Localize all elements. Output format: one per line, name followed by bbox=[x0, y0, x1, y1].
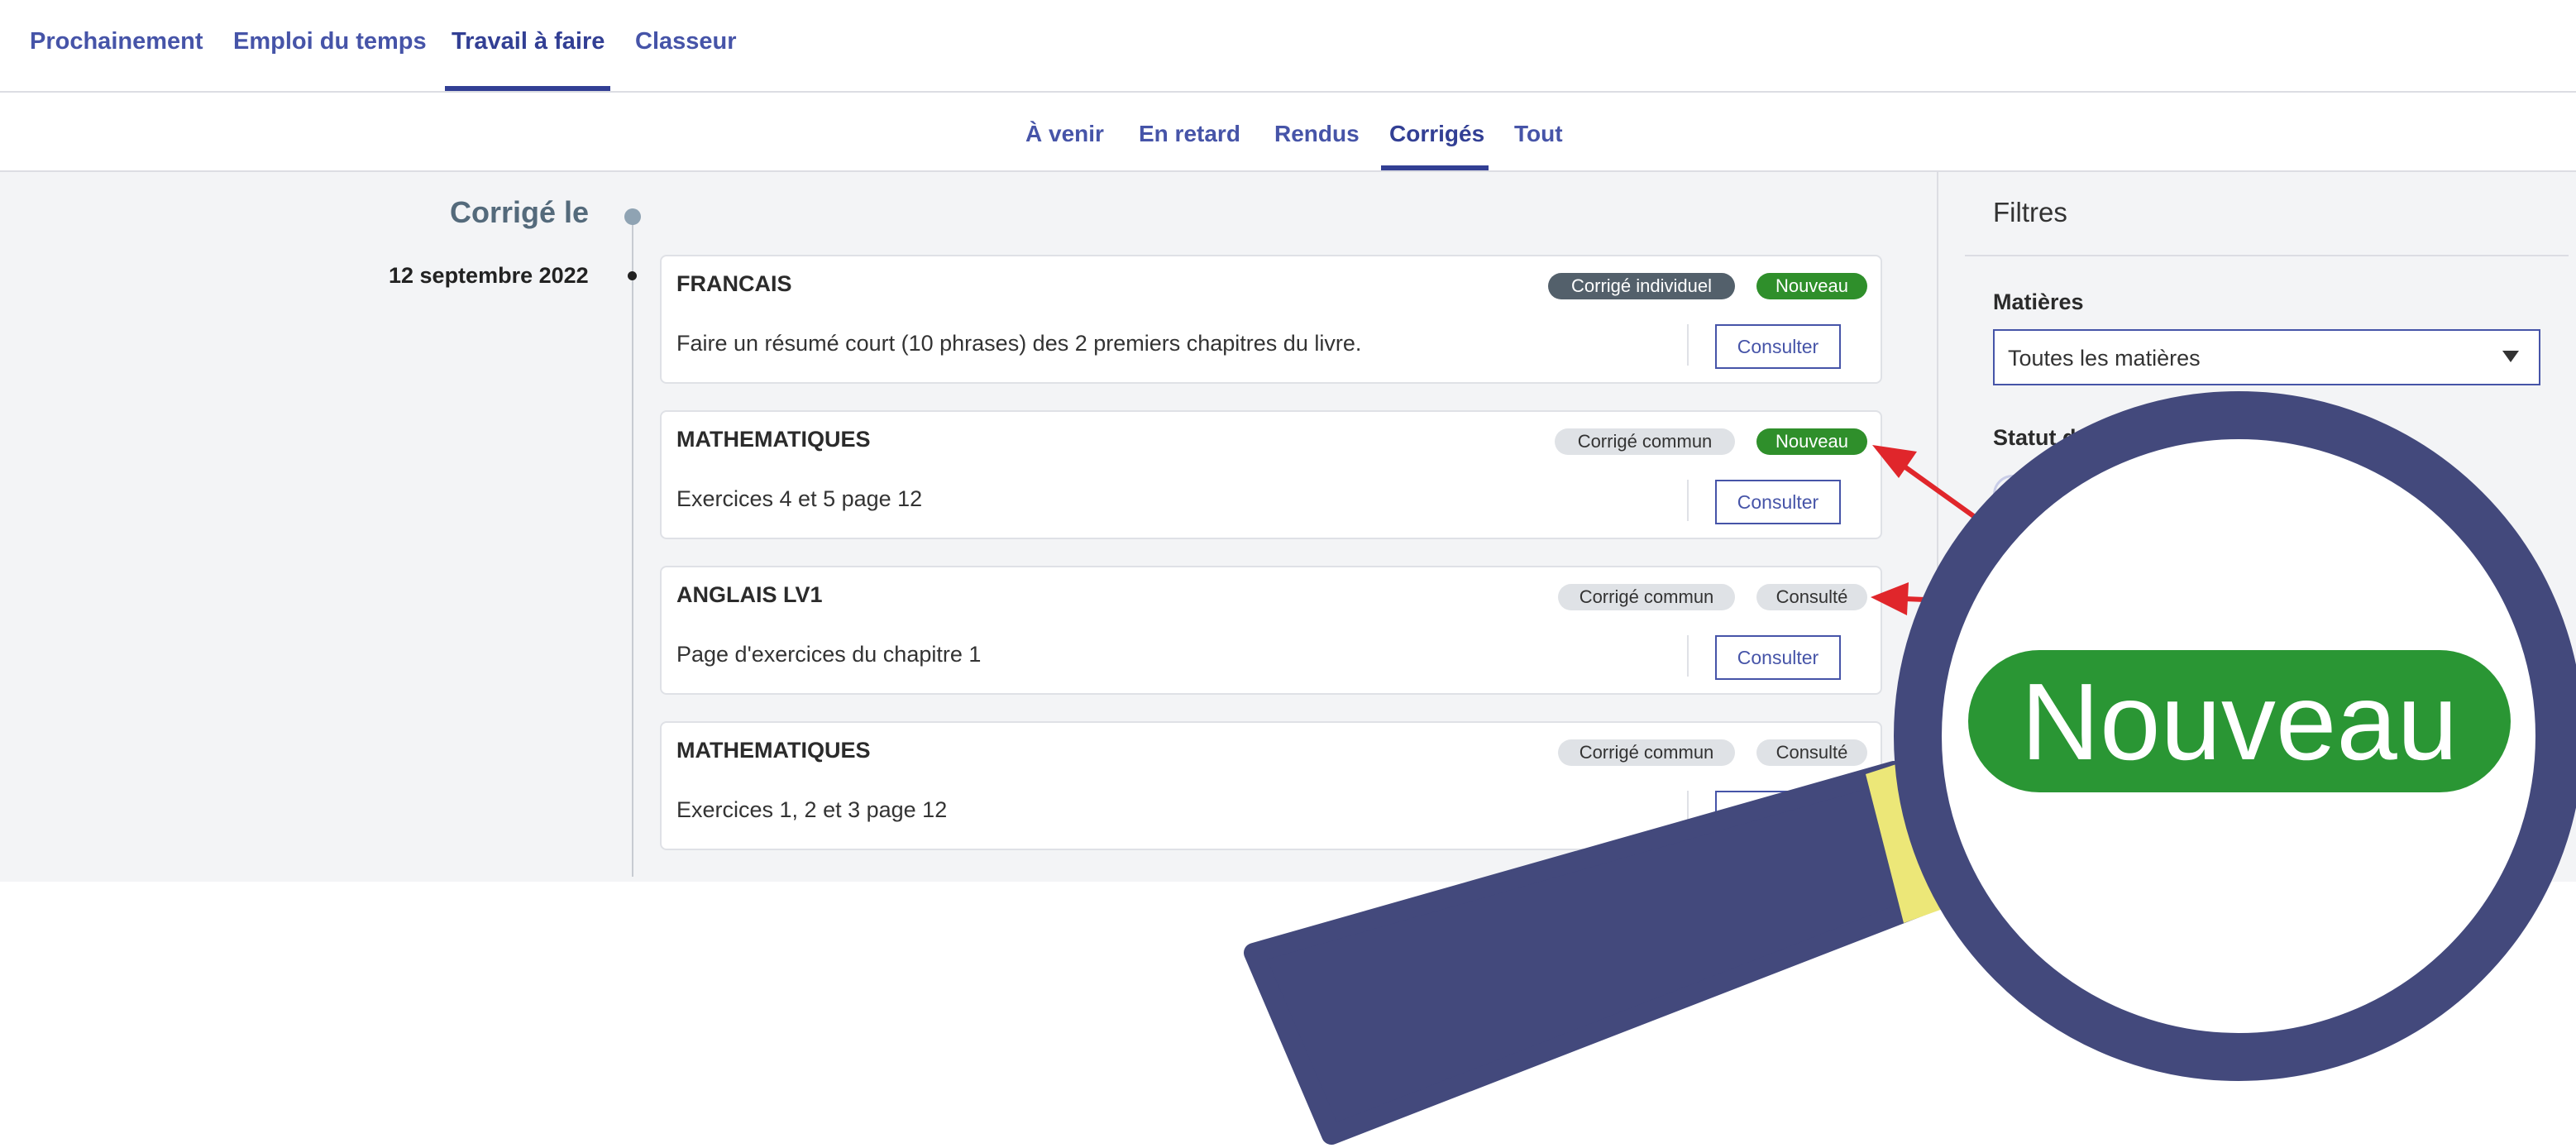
consulter-button[interactable]: Consulter bbox=[1715, 635, 1841, 680]
statut-label: Statut d bbox=[1993, 425, 2077, 450]
active-subtab-indicator bbox=[1381, 165, 1489, 170]
card-subject: ANGLAIS LV1 bbox=[676, 582, 823, 607]
card-subject: MATHEMATIQUES bbox=[676, 738, 871, 763]
timeline-marker bbox=[624, 208, 641, 225]
card-description: Faire un résumé court (10 phrases) des 2… bbox=[676, 331, 1362, 356]
card-description: Page d'exercices du chapitre 1 bbox=[676, 642, 982, 667]
badge-nouveau: Nouveau bbox=[1756, 273, 1867, 299]
badge-corrige-commun: Corrigé commun bbox=[1555, 428, 1735, 455]
consulter-button[interactable]: Consulter bbox=[1715, 791, 1841, 835]
card-subject: FRANCAIS bbox=[676, 271, 792, 296]
card-description: Exercices 4 et 5 page 12 bbox=[676, 486, 923, 511]
matieres-select-value: Toutes les matières bbox=[2008, 346, 2201, 371]
consulter-button[interactable]: Consulter bbox=[1715, 324, 1841, 369]
tab-emploi-du-temps[interactable]: Emploi du temps bbox=[233, 28, 427, 55]
badge-consulte: Consulté bbox=[1756, 584, 1867, 610]
homework-card: ANGLAIS LV1 Corrigé commun Consulté Page… bbox=[660, 566, 1882, 695]
badge-corrige-commun: Corrigé commun bbox=[1558, 739, 1735, 766]
badge-corrige-individuel: Corrigé individuel bbox=[1548, 273, 1735, 299]
sub-navigation: À venir En retard Rendus Corrigés Tout bbox=[0, 93, 2576, 172]
chevron-down-icon bbox=[2502, 351, 2519, 362]
card-description: Exercices 1, 2 et 3 page 12 bbox=[676, 797, 948, 822]
filters-title: Filtres bbox=[1993, 197, 2067, 227]
card-divider bbox=[1687, 480, 1689, 521]
matieres-select[interactable]: Toutes les matières bbox=[1993, 329, 2540, 385]
card-subject: MATHEMATIQUES bbox=[676, 427, 871, 452]
card-divider bbox=[1687, 791, 1689, 832]
active-tab-indicator bbox=[445, 86, 610, 91]
tab-corriges[interactable]: Corrigés bbox=[1389, 121, 1484, 147]
card-divider bbox=[1687, 324, 1689, 366]
tab-tout[interactable]: Tout bbox=[1514, 121, 1563, 147]
consulter-button[interactable]: Consulter bbox=[1715, 480, 1841, 524]
tab-classeur[interactable]: Classeur bbox=[635, 28, 737, 55]
timeline-date-marker bbox=[628, 271, 637, 280]
card-divider bbox=[1687, 635, 1689, 677]
filters-divider bbox=[1965, 255, 2569, 256]
zoomed-nouveau-badge: Nouveau bbox=[1968, 650, 2511, 792]
timeline-heading: Corrigé le bbox=[450, 195, 590, 229]
matieres-label: Matières bbox=[1993, 289, 2084, 314]
badge-consulte: Consulté bbox=[1756, 739, 1867, 766]
top-navigation: Prochainement Emploi du temps Travail à … bbox=[0, 0, 2576, 93]
homework-card: MATHEMATIQUES Corrigé commun Nouveau Exe… bbox=[660, 410, 1882, 539]
badge-nouveau: Nouveau bbox=[1756, 428, 1867, 455]
timeline-line bbox=[632, 217, 633, 877]
homework-card: FRANCAIS Corrigé individuel Nouveau Fair… bbox=[660, 255, 1882, 384]
tab-travail-a-faire[interactable]: Travail à faire bbox=[452, 28, 605, 55]
tab-en-retard[interactable]: En retard bbox=[1139, 121, 1240, 147]
badge-corrige-commun: Corrigé commun bbox=[1558, 584, 1735, 610]
statut-filter-pill[interactable]: Mettre en ligne bbox=[1993, 475, 2203, 514]
tab-rendus[interactable]: Rendus bbox=[1274, 121, 1360, 147]
tab-a-venir[interactable]: À venir bbox=[1025, 121, 1104, 147]
tab-prochainement[interactable]: Prochainement bbox=[30, 28, 203, 55]
timeline-date: 12 septembre 2022 bbox=[389, 263, 589, 288]
homework-card: MATHEMATIQUES Corrigé commun Consulté Ex… bbox=[660, 721, 1882, 850]
